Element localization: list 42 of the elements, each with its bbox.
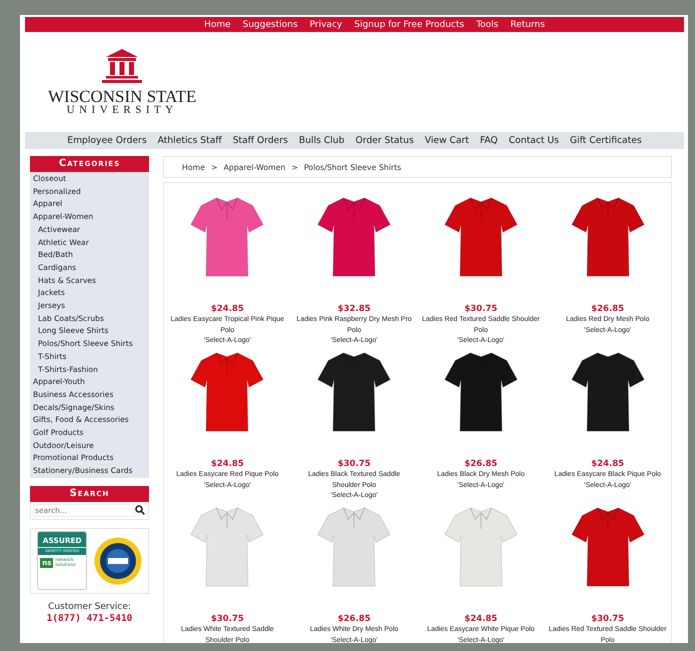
product-price: $24.85 <box>210 459 244 470</box>
top-nav-link[interactable]: Home <box>204 20 231 30</box>
polo-shirt-image[interactable] <box>570 506 646 588</box>
logo-subtitle: UNIVERSITY <box>66 104 178 116</box>
main-nav-link[interactable]: Employee Orders <box>67 135 147 146</box>
top-nav-link[interactable]: Returns <box>510 20 545 30</box>
top-nav-link[interactable]: Tools <box>476 20 498 30</box>
polo-shirt-image[interactable] <box>442 351 519 433</box>
main-nav-link[interactable]: Staff Orders <box>232 135 288 146</box>
categories-heading: Categories <box>30 156 149 172</box>
phone-number: 1(877) 471-5410 <box>46 612 134 624</box>
search-icon[interactable] <box>135 505 145 516</box>
customer-service-label: Customer Service: <box>47 602 132 613</box>
polo-shirt-image[interactable] <box>442 196 519 278</box>
polo-shirt-image[interactable] <box>316 351 392 433</box>
main-nav-link[interactable]: Order Status <box>355 135 414 146</box>
product-price: $24.85 <box>210 304 244 315</box>
main-nav-link[interactable]: Gift Certificates <box>570 135 642 146</box>
product-price: $30.75 <box>338 459 371 470</box>
main-nav-link[interactable]: Athletics Staff <box>158 135 222 146</box>
main-nav-link[interactable]: Contact Us <box>508 135 559 146</box>
main-nav-link[interactable]: FAQ <box>480 135 498 146</box>
product-price: $24.85 <box>464 614 498 625</box>
logo-wordmark: WISCONSIN STATE <box>48 88 196 104</box>
main-nav-link[interactable]: View Cart <box>424 135 469 146</box>
main-nav-link[interactable]: Bulls Club <box>298 135 344 146</box>
top-nav-link[interactable]: Suggestions <box>242 20 298 30</box>
product-price: $30.75 <box>210 614 244 625</box>
product-price: $26.85 <box>464 459 498 470</box>
product-price: $26.85 <box>591 304 624 315</box>
product-price: $30.75 <box>464 304 498 315</box>
search-heading: Search <box>30 486 149 502</box>
polo-shirt-image[interactable] <box>316 196 392 278</box>
polo-shirt-image[interactable] <box>570 351 646 433</box>
product-price: $24.85 <box>591 459 624 470</box>
product-price: $26.85 <box>338 614 371 625</box>
top-nav-link[interactable]: Privacy <box>310 20 342 30</box>
top-nav-link[interactable]: Signup for Free Products <box>354 20 464 30</box>
product-price: $30.75 <box>591 614 624 625</box>
polo-shirt-image[interactable] <box>570 196 646 278</box>
product-price: $32.85 <box>338 304 371 315</box>
building-logo-icon <box>101 48 144 82</box>
